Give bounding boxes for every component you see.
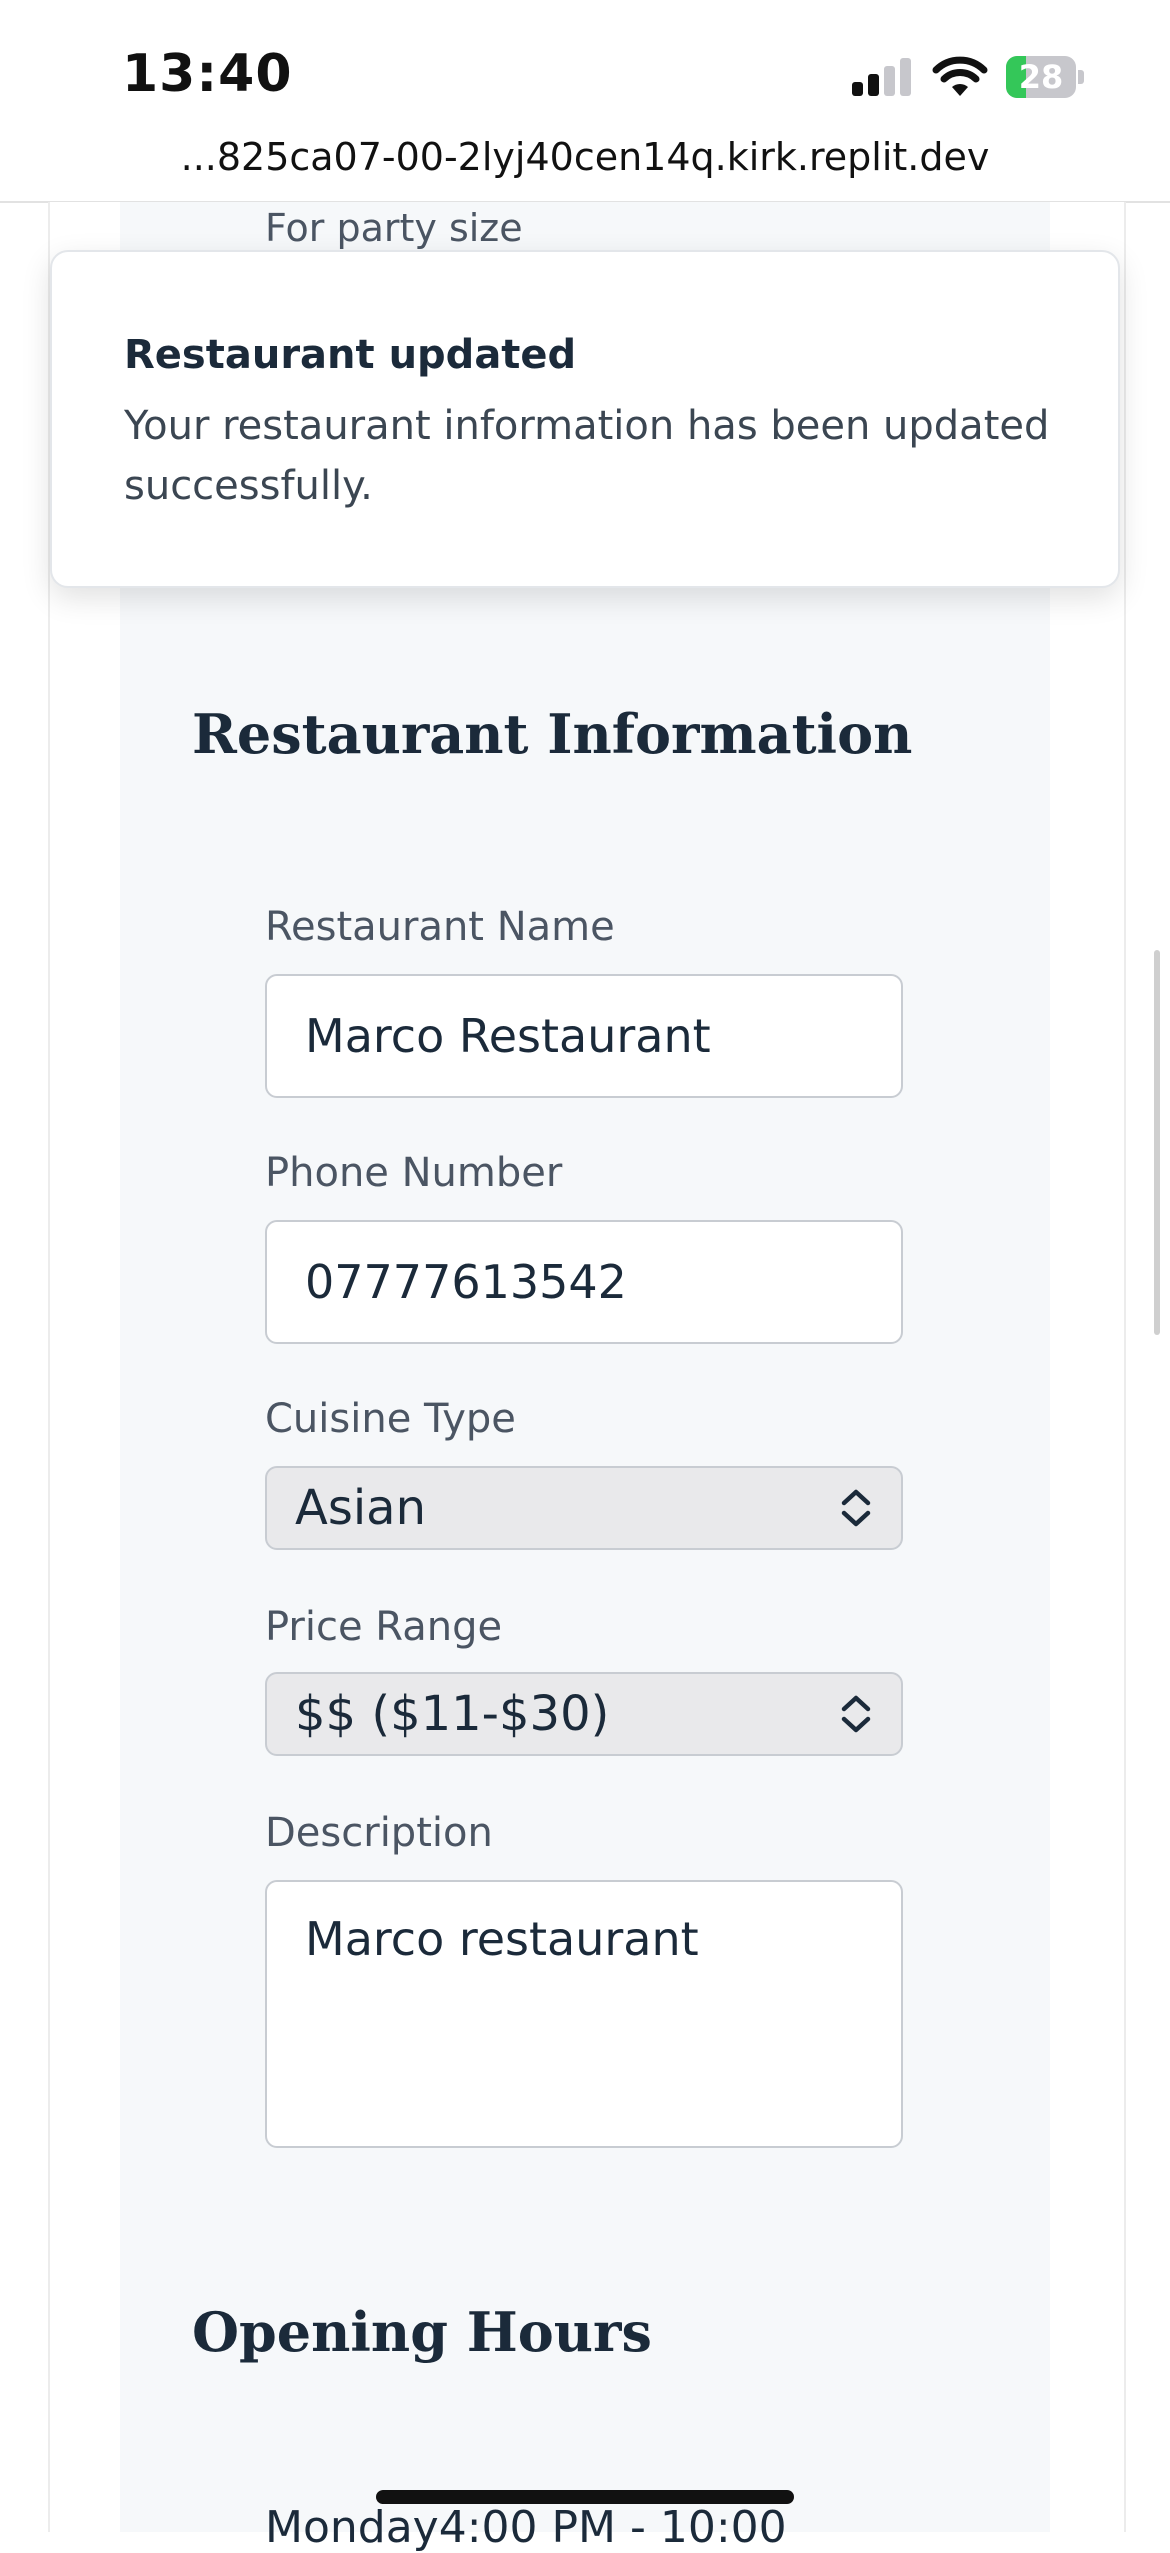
wifi-icon <box>932 56 988 96</box>
party-size-label: For party size <box>265 206 523 250</box>
price-range-value: $$ ($11-$30) <box>295 1686 610 1742</box>
success-toast[interactable]: Restaurant updated Your restaurant infor… <box>50 250 1120 588</box>
price-range-select[interactable]: $$ ($11-$30) <box>265 1672 903 1756</box>
battery-icon: 28 <box>1006 56 1084 98</box>
description-textarea[interactable]: Marco restaurant <box>265 1880 903 2148</box>
toast-message: Your restaurant information has been upd… <box>124 403 1050 509</box>
chevron-up-down-icon <box>841 1695 871 1733</box>
restaurant-name-label: Restaurant Name <box>265 904 615 950</box>
status-bar: 13:40 28 <box>0 0 1170 140</box>
cuisine-type-value: Asian <box>295 1480 427 1536</box>
price-range-label: Price Range <box>265 1604 503 1650</box>
battery-level: 28 <box>1018 58 1064 96</box>
phone-number-label: Phone Number <box>265 1150 563 1196</box>
cuisine-type-label: Cuisine Type <box>265 1396 516 1442</box>
url-bar[interactable]: ...825ca07-00-2lyj40cen14q.kirk.replit.d… <box>0 135 1170 179</box>
cellular-signal-icon <box>852 58 914 96</box>
phone-number-input[interactable]: 07777613542 <box>265 1220 903 1344</box>
restaurant-info-title: Restaurant Information <box>192 702 913 766</box>
scrollbar[interactable] <box>1154 950 1160 1335</box>
opening-hours-title: Opening Hours <box>192 2300 652 2364</box>
home-indicator[interactable] <box>376 2490 794 2504</box>
cuisine-type-select[interactable]: Asian <box>265 1466 903 1550</box>
chevron-up-down-icon <box>841 1489 871 1527</box>
opening-hours-row-monday: Monday4:00 PM - 10:00 <box>265 2502 787 2553</box>
restaurant-name-input[interactable]: Marco Restaurant <box>265 974 903 1098</box>
toast-title: Restaurant updated <box>124 332 577 378</box>
status-time: 13:40 <box>122 44 293 104</box>
description-label: Description <box>265 1810 493 1856</box>
